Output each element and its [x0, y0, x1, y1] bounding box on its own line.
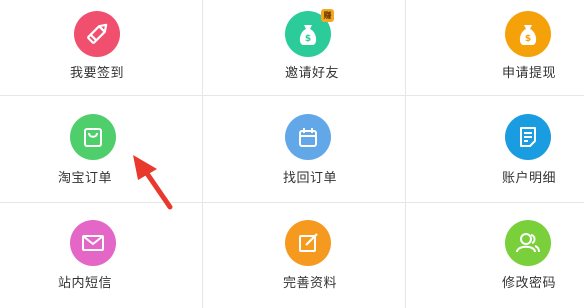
menu-item-messages[interactable]: 站内短信 [0, 203, 203, 308]
users-icon [505, 220, 551, 266]
money-bag-icon: $ [505, 11, 551, 57]
menu-item-password[interactable]: 修改密码 [406, 203, 584, 308]
menu-item-checkin[interactable]: 我要签到 [0, 0, 203, 96]
menu-item-label: 邀请好友 [285, 66, 340, 81]
edit-icon [285, 220, 331, 266]
menu-item-label: 找回订单 [283, 171, 338, 186]
svg-text:$: $ [525, 34, 531, 44]
shopping-bag-icon [70, 114, 116, 160]
menu-item-profile[interactable]: 完善资料 [203, 203, 406, 308]
menu-item-label: 修改密码 [502, 276, 557, 291]
document-list-icon [505, 114, 551, 160]
menu-item-invite[interactable]: $ 赚 邀请好友 [203, 0, 406, 96]
pencil-icon [74, 11, 120, 57]
menu-item-withdraw[interactable]: $ 申请提现 [406, 0, 584, 96]
menu-item-label: 淘宝订单 [58, 171, 113, 186]
menu-item-label: 账户明细 [502, 171, 557, 186]
menu-item-label: 完善资料 [283, 276, 338, 291]
svg-text:$: $ [305, 34, 311, 44]
menu-item-taobao-order[interactable]: 淘宝订单 [0, 96, 203, 203]
calendar-icon [285, 114, 331, 160]
earn-badge: 赚 [321, 9, 334, 22]
menu-item-account-detail[interactable]: 账户明细 [406, 96, 584, 203]
menu-item-label: 申请提现 [502, 66, 557, 81]
menu-item-retrieve-order[interactable]: 找回订单 [203, 96, 406, 203]
menu-item-label: 站内短信 [58, 276, 113, 291]
menu-item-label: 我要签到 [70, 66, 125, 81]
envelope-icon [70, 220, 116, 266]
menu-grid: 我要签到 $ 赚 邀请好友 $ 申请提现 淘宝订单 找回订单 账户明细 站内短信… [0, 0, 584, 308]
